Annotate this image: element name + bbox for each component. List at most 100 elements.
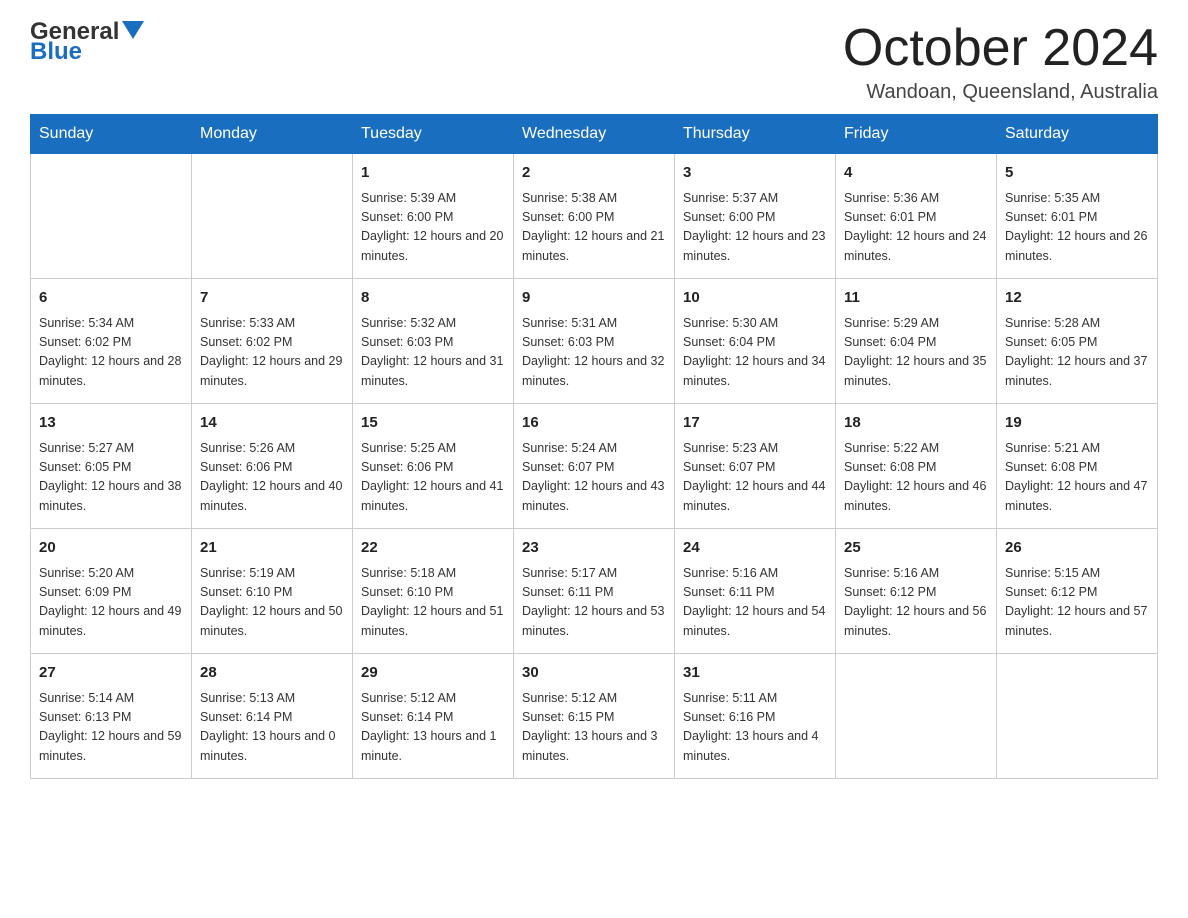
calendar-cell: 27 Sunrise: 5:14 AMSunset: 6:13 PMDayligh… xyxy=(31,654,192,779)
day-number: 16 xyxy=(522,412,666,435)
calendar-cell: 24 Sunrise: 5:16 AMSunset: 6:11 PMDayligh… xyxy=(675,529,836,654)
calendar-cell: 12 Sunrise: 5:28 AMSunset: 6:05 PMDayligh… xyxy=(997,279,1158,404)
day-number: 10 xyxy=(683,287,827,310)
day-number: 27 xyxy=(39,662,183,685)
calendar-table: SundayMondayTuesdayWednesdayThursdayFrid… xyxy=(30,114,1158,779)
day-number: 12 xyxy=(1005,287,1149,310)
day-number: 2 xyxy=(522,162,666,185)
month-title: October 2024 xyxy=(843,20,1158,77)
day-number: 24 xyxy=(683,537,827,560)
day-info: Sunrise: 5:38 AMSunset: 6:00 PMDaylight:… xyxy=(522,189,666,267)
day-number: 25 xyxy=(844,537,988,560)
column-header-thursday: Thursday xyxy=(675,115,836,154)
logo-blue-text: Blue xyxy=(30,40,82,64)
day-info: Sunrise: 5:29 AMSunset: 6:04 PMDaylight:… xyxy=(844,314,988,392)
day-number: 13 xyxy=(39,412,183,435)
calendar-cell: 10 Sunrise: 5:30 AMSunset: 6:04 PMDayligh… xyxy=(675,279,836,404)
calendar-cell: 23 Sunrise: 5:17 AMSunset: 6:11 PMDayligh… xyxy=(514,529,675,654)
calendar-week-row: 6 Sunrise: 5:34 AMSunset: 6:02 PMDaylight… xyxy=(31,279,1158,404)
calendar-cell: 2 Sunrise: 5:38 AMSunset: 6:00 PMDaylight… xyxy=(514,154,675,279)
logo: General Blue xyxy=(30,20,144,64)
day-info: Sunrise: 5:20 AMSunset: 6:09 PMDaylight:… xyxy=(39,564,183,642)
column-header-saturday: Saturday xyxy=(997,115,1158,154)
day-info: Sunrise: 5:30 AMSunset: 6:04 PMDaylight:… xyxy=(683,314,827,392)
calendar-cell: 17 Sunrise: 5:23 AMSunset: 6:07 PMDayligh… xyxy=(675,404,836,529)
calendar-cell: 7 Sunrise: 5:33 AMSunset: 6:02 PMDaylight… xyxy=(192,279,353,404)
calendar-cell: 19Sunrise: 5:21 AMSunset: 6:08 PMDayligh… xyxy=(997,404,1158,529)
page-header: General Blue October 2024 Wandoan, Queen… xyxy=(30,20,1158,104)
day-number: 31 xyxy=(683,662,827,685)
calendar-cell: 6 Sunrise: 5:34 AMSunset: 6:02 PMDaylight… xyxy=(31,279,192,404)
day-number: 20 xyxy=(39,537,183,560)
day-number: 1 xyxy=(361,162,505,185)
calendar-cell: 11 Sunrise: 5:29 AMSunset: 6:04 PMDayligh… xyxy=(836,279,997,404)
logo-arrow-icon xyxy=(122,21,144,43)
day-info: Sunrise: 5:16 AMSunset: 6:12 PMDaylight:… xyxy=(844,564,988,642)
calendar-week-row: 27 Sunrise: 5:14 AMSunset: 6:13 PMDayligh… xyxy=(31,654,1158,779)
day-info: Sunrise: 5:34 AMSunset: 6:02 PMDaylight:… xyxy=(39,314,183,392)
day-info: Sunrise: 5:25 AMSunset: 6:06 PMDaylight:… xyxy=(361,439,505,517)
calendar-cell: 30 Sunrise: 5:12 AMSunset: 6:15 PMDayligh… xyxy=(514,654,675,779)
day-number: 5 xyxy=(1005,162,1149,185)
day-info: Sunrise: 5:12 AMSunset: 6:15 PMDaylight:… xyxy=(522,689,666,767)
day-info: Sunrise: 5:21 AMSunset: 6:08 PMDaylight:… xyxy=(1005,439,1149,517)
day-number: 11 xyxy=(844,287,988,310)
day-number: 28 xyxy=(200,662,344,685)
day-number: 15 xyxy=(361,412,505,435)
calendar-cell: 3Sunrise: 5:37 AMSunset: 6:00 PMDaylight… xyxy=(675,154,836,279)
day-info: Sunrise: 5:36 AMSunset: 6:01 PMDaylight:… xyxy=(844,189,988,267)
day-number: 30 xyxy=(522,662,666,685)
day-info: Sunrise: 5:17 AMSunset: 6:11 PMDaylight:… xyxy=(522,564,666,642)
calendar-cell: 20 Sunrise: 5:20 AMSunset: 6:09 PMDayligh… xyxy=(31,529,192,654)
calendar-cell xyxy=(997,654,1158,779)
calendar-cell xyxy=(31,154,192,279)
calendar-cell: 28Sunrise: 5:13 AMSunset: 6:14 PMDayligh… xyxy=(192,654,353,779)
day-info: Sunrise: 5:11 AMSunset: 6:16 PMDaylight:… xyxy=(683,689,827,767)
day-info: Sunrise: 5:24 AMSunset: 6:07 PMDaylight:… xyxy=(522,439,666,517)
day-info: Sunrise: 5:19 AMSunset: 6:10 PMDaylight:… xyxy=(200,564,344,642)
column-header-friday: Friday xyxy=(836,115,997,154)
day-info: Sunrise: 5:18 AMSunset: 6:10 PMDaylight:… xyxy=(361,564,505,642)
day-info: Sunrise: 5:28 AMSunset: 6:05 PMDaylight:… xyxy=(1005,314,1149,392)
day-info: Sunrise: 5:22 AMSunset: 6:08 PMDaylight:… xyxy=(844,439,988,517)
day-info: Sunrise: 5:39 AMSunset: 6:00 PMDaylight:… xyxy=(361,189,505,267)
day-info: Sunrise: 5:33 AMSunset: 6:02 PMDaylight:… xyxy=(200,314,344,392)
day-number: 23 xyxy=(522,537,666,560)
day-info: Sunrise: 5:16 AMSunset: 6:11 PMDaylight:… xyxy=(683,564,827,642)
day-info: Sunrise: 5:15 AMSunset: 6:12 PMDaylight:… xyxy=(1005,564,1149,642)
calendar-cell: 25 Sunrise: 5:16 AMSunset: 6:12 PMDayligh… xyxy=(836,529,997,654)
day-number: 26 xyxy=(1005,537,1149,560)
calendar-week-row: 13 Sunrise: 5:27 AMSunset: 6:05 PMDayligh… xyxy=(31,404,1158,529)
calendar-cell: 1 Sunrise: 5:39 AMSunset: 6:00 PMDaylight… xyxy=(353,154,514,279)
column-header-monday: Monday xyxy=(192,115,353,154)
calendar-cell: 16 Sunrise: 5:24 AMSunset: 6:07 PMDayligh… xyxy=(514,404,675,529)
calendar-cell: 13 Sunrise: 5:27 AMSunset: 6:05 PMDayligh… xyxy=(31,404,192,529)
day-info: Sunrise: 5:37 AMSunset: 6:00 PMDaylight:… xyxy=(683,189,827,267)
day-info: Sunrise: 5:35 AMSunset: 6:01 PMDaylight:… xyxy=(1005,189,1149,267)
day-info: Sunrise: 5:23 AMSunset: 6:07 PMDaylight:… xyxy=(683,439,827,517)
calendar-cell: 15 Sunrise: 5:25 AMSunset: 6:06 PMDayligh… xyxy=(353,404,514,529)
day-number: 29 xyxy=(361,662,505,685)
day-info: Sunrise: 5:14 AMSunset: 6:13 PMDaylight:… xyxy=(39,689,183,767)
column-header-wednesday: Wednesday xyxy=(514,115,675,154)
day-number: 4 xyxy=(844,162,988,185)
calendar-cell: 9Sunrise: 5:31 AMSunset: 6:03 PMDaylight… xyxy=(514,279,675,404)
calendar-cell: 31 Sunrise: 5:11 AMSunset: 6:16 PMDayligh… xyxy=(675,654,836,779)
day-info: Sunrise: 5:32 AMSunset: 6:03 PMDaylight:… xyxy=(361,314,505,392)
day-number: 6 xyxy=(39,287,183,310)
calendar-cell: 18 Sunrise: 5:22 AMSunset: 6:08 PMDayligh… xyxy=(836,404,997,529)
day-number: 18 xyxy=(844,412,988,435)
calendar-cell: 4 Sunrise: 5:36 AMSunset: 6:01 PMDaylight… xyxy=(836,154,997,279)
day-number: 17 xyxy=(683,412,827,435)
day-info: Sunrise: 5:31 AMSunset: 6:03 PMDaylight:… xyxy=(522,314,666,392)
day-number: 8 xyxy=(361,287,505,310)
calendar-cell xyxy=(192,154,353,279)
calendar-cell: 5 Sunrise: 5:35 AMSunset: 6:01 PMDaylight… xyxy=(997,154,1158,279)
calendar-cell: 22Sunrise: 5:18 AMSunset: 6:10 PMDayligh… xyxy=(353,529,514,654)
day-number: 21 xyxy=(200,537,344,560)
day-info: Sunrise: 5:27 AMSunset: 6:05 PMDaylight:… xyxy=(39,439,183,517)
day-info: Sunrise: 5:26 AMSunset: 6:06 PMDaylight:… xyxy=(200,439,344,517)
calendar-header-row: SundayMondayTuesdayWednesdayThursdayFrid… xyxy=(31,115,1158,154)
column-header-sunday: Sunday xyxy=(31,115,192,154)
day-number: 7 xyxy=(200,287,344,310)
